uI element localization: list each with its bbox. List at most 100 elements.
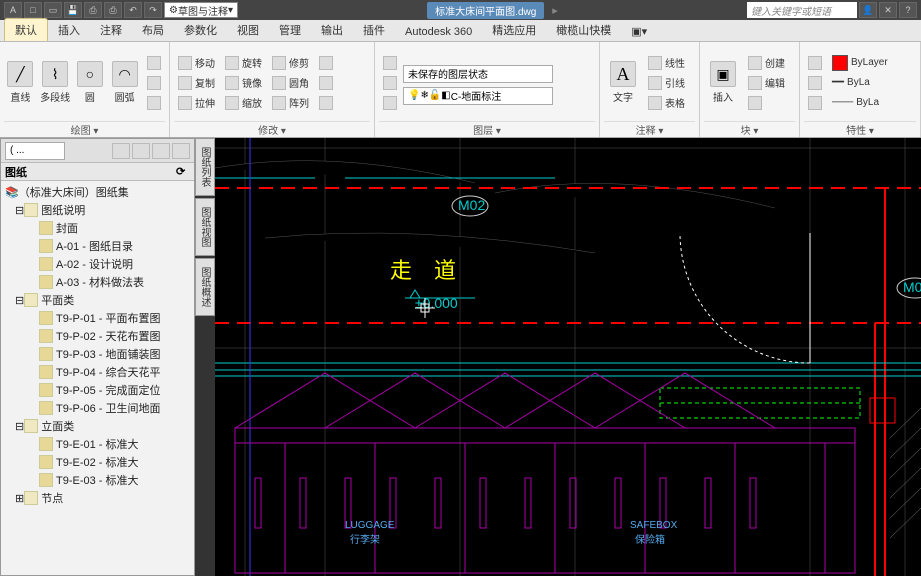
undo-icon[interactable]: ↶: [124, 2, 142, 18]
lineweight-selector[interactable]: ━━ ByLa: [828, 74, 892, 92]
panel-title-modify[interactable]: 修改 ▾: [174, 121, 370, 135]
tab-addins[interactable]: 插件: [353, 19, 395, 41]
search-input[interactable]: 键入关键字或短语: [747, 2, 857, 18]
edit-block-button[interactable]: 编辑: [744, 74, 789, 92]
panel-title-block[interactable]: 块 ▾: [704, 121, 795, 135]
redo-icon[interactable]: ↷: [144, 2, 162, 18]
leader-button[interactable]: 引线: [644, 74, 689, 92]
panel-title-prop[interactable]: 特性 ▾: [804, 121, 916, 135]
panel-title-layer[interactable]: 图层 ▾: [379, 121, 595, 135]
color-selector[interactable]: ByLayer: [828, 54, 892, 72]
tab-view[interactable]: 视图: [227, 19, 269, 41]
panel-title-draw[interactable]: 绘图 ▾: [4, 121, 165, 135]
tree-item[interactable]: 封面: [1, 219, 194, 237]
table-button[interactable]: 表格: [644, 94, 689, 112]
insert-block-button[interactable]: ▣插入: [704, 44, 742, 121]
linear-dim-button[interactable]: 线性: [644, 54, 689, 72]
side-tab-views[interactable]: 图纸视图: [195, 198, 215, 256]
circle-button[interactable]: ○圆: [74, 44, 107, 121]
layer-current-selector[interactable]: 💡❄🔓◧ C-地面标注: [403, 87, 553, 105]
tree-item[interactable]: T9-P-05 - 完成面定位: [1, 381, 194, 399]
tree-item[interactable]: T9-P-03 - 地面铺装图: [1, 345, 194, 363]
draw-icon-3[interactable]: [143, 94, 165, 112]
new-icon[interactable]: □: [24, 2, 42, 18]
prop-icon-3[interactable]: [804, 94, 826, 112]
tab-parametric[interactable]: 参数化: [174, 19, 227, 41]
side-tab-list[interactable]: 图纸列表: [195, 138, 215, 196]
tab-insert[interactable]: 插入: [48, 19, 90, 41]
arc-button[interactable]: ◠圆弧: [108, 44, 141, 121]
tree-item[interactable]: T9-P-06 - 卫生间地面: [1, 399, 194, 417]
mirror-button[interactable]: 镜像: [221, 74, 266, 92]
tree-item[interactable]: T9-P-04 - 综合天花平: [1, 363, 194, 381]
prop-icon-1[interactable]: [804, 54, 826, 72]
tree-group-node[interactable]: ⊞节点: [1, 489, 194, 507]
open-icon[interactable]: ▭: [44, 2, 62, 18]
text-button[interactable]: A文字: [604, 44, 642, 121]
signin-icon[interactable]: 👤: [859, 2, 877, 18]
line-button[interactable]: ╱直线: [4, 44, 37, 121]
fillet-button[interactable]: 圆角: [268, 74, 313, 92]
tab-featured[interactable]: 精选应用: [482, 19, 546, 41]
tree-group-plan[interactable]: ⊟平面类: [1, 291, 194, 309]
tab-manage[interactable]: 管理: [269, 19, 311, 41]
tab-olive[interactable]: 橄榄山快模: [546, 19, 621, 41]
sheet-tool-icon-3[interactable]: [152, 143, 170, 159]
exchange-icon[interactable]: ✕: [879, 2, 897, 18]
tree-item[interactable]: T9-E-03 - 标准大: [1, 471, 194, 489]
tree-item[interactable]: T9-P-02 - 天花布置图: [1, 327, 194, 345]
sheet-tool-icon-2[interactable]: [132, 143, 150, 159]
mod-icon-1[interactable]: [315, 54, 337, 72]
rotate-button[interactable]: 旋转: [221, 54, 266, 72]
drawing-canvas[interactable]: M02 M01 走 道 ±0.000 LUGGAGE 行李架 SAFEBOX 保…: [215, 138, 921, 576]
mod-icon-3[interactable]: [315, 94, 337, 112]
tab-annotate[interactable]: 注释: [90, 19, 132, 41]
sheet-tool-icon-4[interactable]: [172, 143, 190, 159]
tree-item[interactable]: A-02 - 设计说明: [1, 255, 194, 273]
create-block-button[interactable]: 创建: [744, 54, 789, 72]
sheet-tool-icon-1[interactable]: [112, 143, 130, 159]
stretch-button[interactable]: 拉伸: [174, 94, 219, 112]
tree-item[interactable]: T9-P-01 - 平面布置图: [1, 309, 194, 327]
array-button[interactable]: 阵列: [268, 94, 313, 112]
draw-icon-2[interactable]: [143, 74, 165, 92]
copy-button[interactable]: 复制: [174, 74, 219, 92]
tab-layout[interactable]: 布局: [132, 19, 174, 41]
tree-item[interactable]: A-03 - 材料做法表: [1, 273, 194, 291]
tab-more-icon[interactable]: ▣▾: [621, 22, 657, 41]
layer-icon-3[interactable]: [379, 94, 401, 112]
polyline-button[interactable]: ⌇多段线: [39, 44, 72, 121]
refresh-icon[interactable]: ⟳: [176, 165, 190, 179]
tree-item[interactable]: T9-E-02 - 标准大: [1, 453, 194, 471]
save-icon[interactable]: 💾: [64, 2, 82, 18]
linetype-selector[interactable]: ─── ByLa: [828, 94, 892, 112]
help-icon[interactable]: ?: [899, 2, 917, 18]
layer-state-selector[interactable]: 未保存的图层状态: [403, 65, 553, 83]
tree-item[interactable]: A-01 - 图纸目录: [1, 237, 194, 255]
tree-group-desc[interactable]: ⊟图纸说明: [1, 201, 194, 219]
scale-button[interactable]: 缩放: [221, 94, 266, 112]
workspace-selector[interactable]: ⚙ 草图与注释 ▾: [164, 2, 238, 18]
layer-icon-1[interactable]: [379, 54, 401, 72]
ribbon: ╱直线 ⌇多段线 ○圆 ◠圆弧 绘图 ▾ 移动 复制 拉伸 旋转 镜像 缩放: [0, 42, 921, 138]
sheetset-selector[interactable]: ( ...: [5, 142, 65, 160]
layer-icon-2[interactable]: [379, 74, 401, 92]
tree-group-elev[interactable]: ⊟立面类: [1, 417, 194, 435]
panel-title-annot[interactable]: 注释 ▾: [604, 121, 695, 135]
tree-root[interactable]: 📚 （标准大床间）图纸集: [1, 183, 194, 201]
tab-default[interactable]: 默认: [4, 18, 48, 41]
trim-button[interactable]: 修剪: [268, 54, 313, 72]
print-icon[interactable]: ⎙: [104, 2, 122, 18]
side-tab-summary[interactable]: 图纸概述: [195, 258, 215, 316]
app-menu-button[interactable]: A: [4, 2, 22, 18]
mod-icon-2[interactable]: [315, 74, 337, 92]
tree-item[interactable]: T9-E-01 - 标准大: [1, 435, 194, 453]
prop-icon-2[interactable]: [804, 74, 826, 92]
draw-icon-1[interactable]: [143, 54, 165, 72]
tab-a360[interactable]: Autodesk 360: [395, 23, 482, 41]
tab-output[interactable]: 输出: [311, 19, 353, 41]
saveas-icon[interactable]: ⎙: [84, 2, 102, 18]
move-button[interactable]: 移动: [174, 54, 219, 72]
block-icon-3[interactable]: [744, 94, 789, 112]
file-tab[interactable]: 标准大床间平面图.dwg: [427, 2, 544, 19]
